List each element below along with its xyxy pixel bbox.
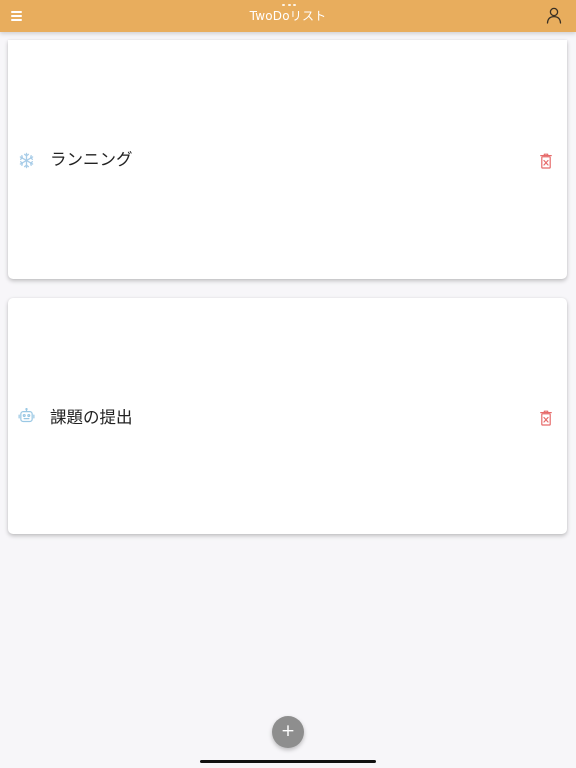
task-card[interactable]: 課題の提出 (8, 298, 567, 534)
robot-icon (18, 408, 35, 423)
task-card[interactable]: ランニング (8, 40, 567, 279)
home-indicator[interactable] (200, 760, 376, 763)
trash-icon[interactable] (540, 410, 552, 426)
page-title: TwoDoリスト (249, 9, 327, 23)
app-header: TwoDoリスト (0, 0, 576, 32)
snowflake-icon (19, 152, 34, 169)
task-title: ランニング (50, 150, 133, 169)
user-icon[interactable] (546, 7, 562, 24)
task-title: 課題の提出 (50, 408, 133, 427)
add-task-button[interactable]: + (272, 716, 304, 748)
multitasking-dots-icon[interactable] (282, 4, 296, 7)
trash-icon[interactable] (540, 153, 552, 169)
todo-app-screen: TwoDoリスト ランニング 課題の提出 + (0, 0, 576, 768)
